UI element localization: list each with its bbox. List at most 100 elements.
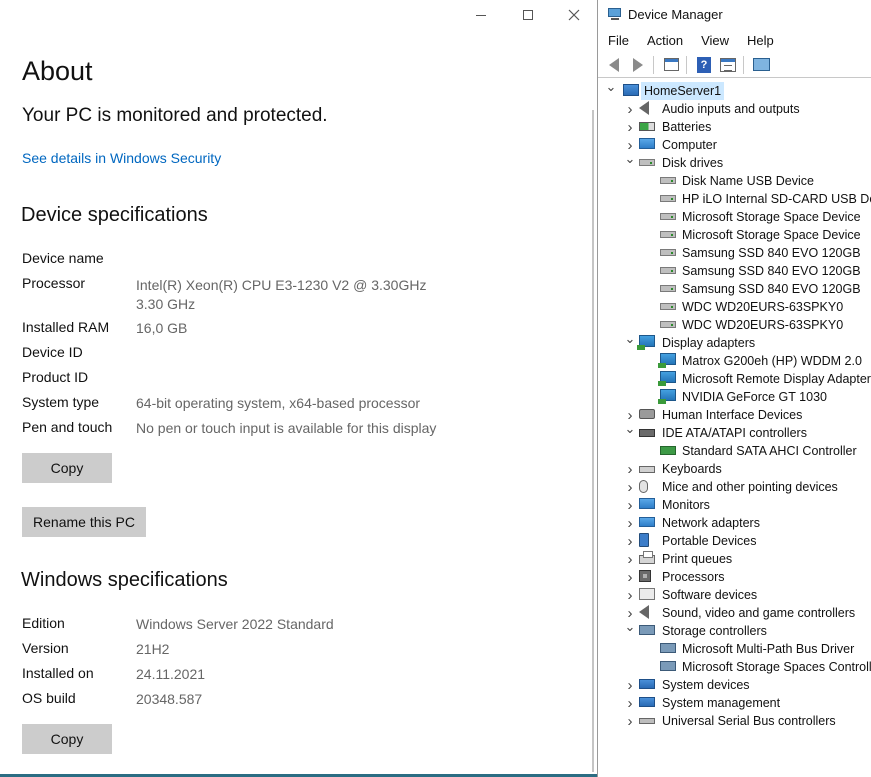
tree-device[interactable]: Samsung SSD 840 EVO 120GB bbox=[598, 244, 871, 262]
spec-label-pen-and-touch: Pen and touch bbox=[22, 419, 113, 435]
tree-category[interactable]: › System devices bbox=[598, 676, 871, 694]
disk-icon bbox=[660, 213, 676, 220]
tree-root[interactable]: ⌄ HomeServer1 bbox=[598, 79, 871, 100]
disk-icon bbox=[660, 285, 676, 292]
tree-category[interactable]: ⌄ IDE ATA/ATAPI controllers bbox=[598, 421, 871, 442]
tree-device[interactable]: Microsoft Multi-Path Bus Driver bbox=[598, 640, 871, 658]
chevron-down-icon[interactable]: ⌄ bbox=[623, 150, 637, 168]
tree-item-label: Microsoft Storage Spaces Controller bbox=[682, 660, 871, 674]
spec-label-os-build: OS build bbox=[22, 690, 76, 706]
tree-category[interactable]: › Batteries bbox=[598, 118, 871, 136]
scrollbar[interactable] bbox=[592, 110, 594, 772]
tree-category[interactable]: ⌄ Disk drives bbox=[598, 151, 871, 172]
chevron-down-icon[interactable]: ⌄ bbox=[623, 330, 637, 348]
tree-item-label: Samsung SSD 840 EVO 120GB bbox=[682, 282, 861, 296]
tree-device[interactable]: Microsoft Storage Space Device bbox=[598, 208, 871, 226]
chevron-right-icon[interactable]: › bbox=[623, 478, 637, 496]
chevron-down-icon[interactable]: ⌄ bbox=[604, 78, 618, 96]
tree-category[interactable]: › Human Interface Devices bbox=[598, 406, 871, 424]
cpu-icon bbox=[639, 570, 651, 582]
tree-item-label: System devices bbox=[662, 678, 750, 692]
help-button[interactable]: ? bbox=[693, 54, 715, 76]
monitor-icon bbox=[639, 138, 655, 149]
tree-category[interactable]: › Print queues bbox=[598, 550, 871, 568]
menu-view[interactable]: View bbox=[691, 33, 737, 48]
tree-device[interactable]: HP iLO Internal SD-CARD USB Device bbox=[598, 190, 871, 208]
tree-category[interactable]: › Keyboards bbox=[598, 460, 871, 478]
chevron-down-icon[interactable]: ⌄ bbox=[623, 420, 637, 438]
tree-category[interactable]: › Network adapters bbox=[598, 514, 871, 532]
tree-category[interactable]: › Monitors bbox=[598, 496, 871, 514]
chevron-right-icon[interactable]: › bbox=[623, 496, 637, 514]
tree-device[interactable]: WDC WD20EURS-63SPKY0 bbox=[598, 298, 871, 316]
chevron-right-icon[interactable]: › bbox=[623, 712, 637, 730]
about-window: About Your PC is monitored and protected… bbox=[0, 0, 597, 777]
menu-action[interactable]: Action bbox=[637, 33, 691, 48]
close-button[interactable] bbox=[551, 4, 597, 26]
tree-category[interactable]: ⌄ Display adapters bbox=[598, 331, 871, 352]
tree-category[interactable]: › Computer bbox=[598, 136, 871, 154]
scan-hardware-button[interactable] bbox=[750, 54, 772, 76]
chevron-right-icon[interactable]: › bbox=[623, 568, 637, 586]
tree-category[interactable]: › Universal Serial Bus controllers bbox=[598, 712, 871, 730]
tree-category[interactable]: › Mice and other pointing devices bbox=[598, 478, 871, 496]
minimize-button[interactable] bbox=[458, 4, 504, 26]
tree-category[interactable]: › Software devices bbox=[598, 586, 871, 604]
chevron-right-icon[interactable]: › bbox=[623, 676, 637, 694]
display-icon bbox=[658, 371, 676, 386]
forward-button[interactable] bbox=[627, 54, 649, 76]
maximize-button[interactable] bbox=[505, 4, 551, 26]
tree-device[interactable]: Samsung SSD 840 EVO 120GB bbox=[598, 280, 871, 298]
computer-icon bbox=[623, 84, 639, 96]
sound-icon bbox=[639, 605, 649, 619]
sound-icon bbox=[639, 101, 649, 115]
back-button[interactable] bbox=[603, 54, 625, 76]
view-button[interactable] bbox=[717, 54, 739, 76]
tree-device[interactable]: Microsoft Storage Spaces Controller bbox=[598, 658, 871, 676]
tree-device[interactable]: NVIDIA GeForce GT 1030 bbox=[598, 388, 871, 406]
device-manager-icon bbox=[607, 6, 623, 22]
tree-category[interactable]: › Sound, video and game controllers bbox=[598, 604, 871, 622]
chevron-right-icon[interactable]: › bbox=[623, 100, 637, 118]
tree-category[interactable]: › Audio inputs and outputs bbox=[598, 100, 871, 118]
tree-category[interactable]: › Processors bbox=[598, 568, 871, 586]
chevron-right-icon[interactable]: › bbox=[623, 586, 637, 604]
tree-item-label: Portable Devices bbox=[662, 534, 757, 548]
chevron-right-icon[interactable]: › bbox=[623, 532, 637, 550]
storage-icon bbox=[660, 661, 676, 671]
chevron-right-icon[interactable]: › bbox=[623, 550, 637, 568]
chevron-right-icon[interactable]: › bbox=[623, 514, 637, 532]
tree-category[interactable]: ⌄ Storage controllers bbox=[598, 619, 871, 640]
chevron-right-icon[interactable]: › bbox=[623, 694, 637, 712]
page-title: About bbox=[22, 56, 93, 86]
tree-device[interactable]: Microsoft Storage Space Device bbox=[598, 226, 871, 244]
rename-pc-button[interactable]: Rename this PC bbox=[22, 507, 146, 537]
tree-device[interactable]: Matrox G200eh (HP) WDDM 2.0 bbox=[598, 352, 871, 370]
menu-file[interactable]: File bbox=[598, 33, 637, 48]
tree-item-label: Software devices bbox=[662, 588, 758, 602]
copy-windows-specs-button[interactable]: Copy bbox=[22, 724, 112, 754]
battery-icon bbox=[639, 122, 655, 131]
spec-value-system-type: 64-bit operating system, x64-based proce… bbox=[136, 395, 421, 411]
properties-button[interactable] bbox=[660, 54, 682, 76]
tree-item-label: Storage controllers bbox=[662, 624, 767, 638]
tree-item-label: Microsoft Storage Space Device bbox=[682, 228, 861, 242]
windows-security-link[interactable]: See details in Windows Security bbox=[22, 150, 221, 166]
tree-category[interactable]: › System management bbox=[598, 694, 871, 712]
tree-item-label: Network adapters bbox=[662, 516, 760, 530]
chevron-right-icon[interactable]: › bbox=[623, 118, 637, 136]
tree-device[interactable]: Standard SATA AHCI Controller bbox=[598, 442, 871, 460]
tree-device[interactable]: Disk Name USB Device bbox=[598, 172, 871, 190]
tree-device[interactable]: Microsoft Remote Display Adapter bbox=[598, 370, 871, 388]
tree-device[interactable]: WDC WD20EURS-63SPKY0 bbox=[598, 316, 871, 334]
chevron-right-icon[interactable]: › bbox=[623, 460, 637, 478]
window-title: Device Manager bbox=[628, 6, 723, 22]
tree-device[interactable]: Samsung SSD 840 EVO 120GB bbox=[598, 262, 871, 280]
chevron-down-icon[interactable]: ⌄ bbox=[623, 618, 637, 636]
menu-help[interactable]: Help bbox=[737, 33, 782, 48]
tree-category[interactable]: › Portable Devices bbox=[598, 532, 871, 550]
tree-item-label: Computer bbox=[662, 138, 717, 152]
spec-label-device-name: Device name bbox=[22, 250, 104, 266]
tree-item-label: HomeServer1 bbox=[641, 82, 725, 100]
copy-device-specs-button[interactable]: Copy bbox=[22, 453, 112, 483]
